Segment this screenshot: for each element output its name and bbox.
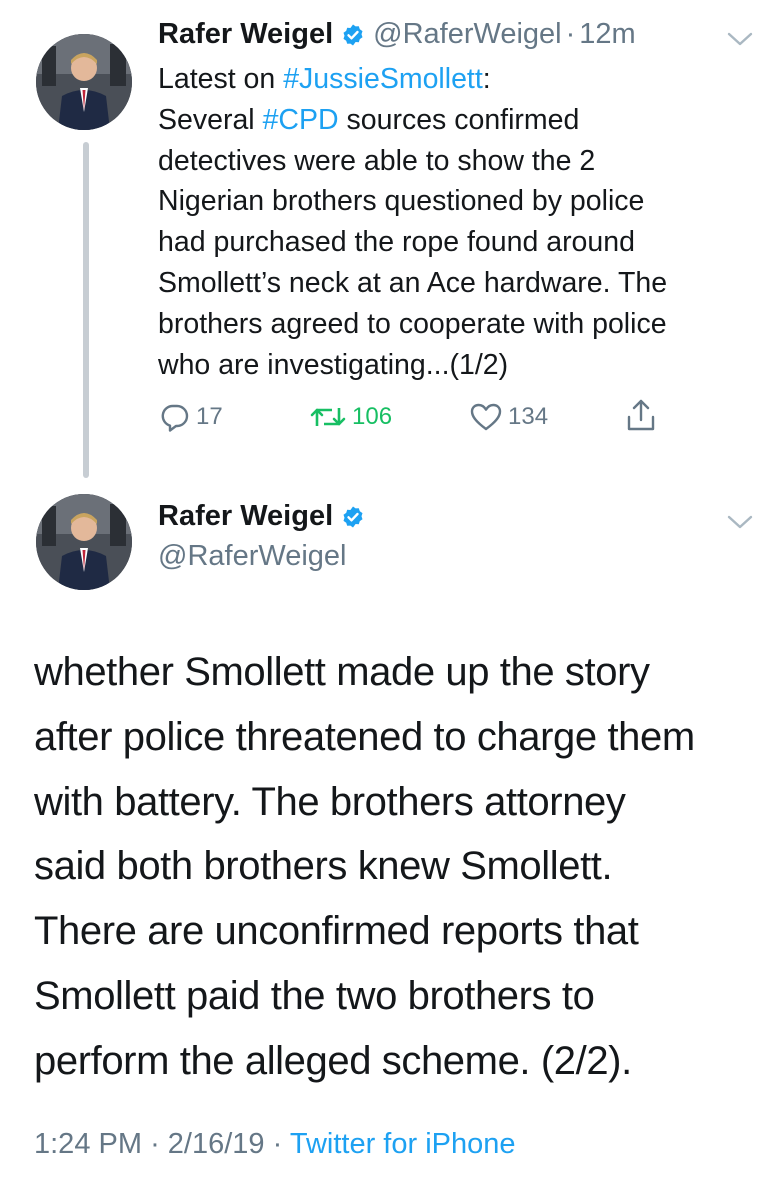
hashtag-link[interactable]: #CPD <box>263 104 339 136</box>
retweet-icon <box>310 408 346 426</box>
chevron-down-icon[interactable] <box>727 31 753 52</box>
author-name[interactable]: Rafer Weigel <box>158 500 333 533</box>
tweet-time[interactable]: 12m <box>579 18 635 51</box>
separator-dot: · <box>272 1128 283 1160</box>
tweet-text: Latest on <box>158 63 284 95</box>
reply-icon <box>161 404 189 432</box>
chevron-down-icon[interactable] <box>727 514 753 535</box>
tweet-source-link[interactable]: Twitter for iPhone <box>290 1128 516 1160</box>
separator-dot: · <box>150 1128 160 1160</box>
share-icon <box>627 399 655 431</box>
avatar-tweet1[interactable] <box>36 34 132 130</box>
retweet-button[interactable]: 106 <box>310 402 392 432</box>
verified-badge-icon <box>341 23 365 47</box>
author-name[interactable]: Rafer Weigel <box>158 18 333 51</box>
retweet-count: 106 <box>352 403 393 430</box>
avatar-photo <box>36 494 132 590</box>
tweet2-body: whether Smollett made up the story after… <box>34 650 695 1083</box>
reply-button[interactable]: 17 <box>160 402 223 432</box>
hashtag-link[interactable]: #JussieSmollett <box>283 63 483 95</box>
tweet2-header: Rafer Weigel <box>158 500 373 533</box>
share-button[interactable] <box>626 398 656 432</box>
tweet1-body: Latest on #JussieSmollett: Several #CPD … <box>158 59 758 385</box>
tweet-footer: 1:24 PM · 2/16/19 · Twitter for iPhone <box>34 1128 516 1161</box>
like-count: 134 <box>508 403 549 430</box>
thread-connector-line <box>83 142 89 478</box>
reply-count: 17 <box>196 403 223 430</box>
tweet-text: sources confirmed detectives were able t… <box>158 103 668 381</box>
timestamp-time[interactable]: 1:24 PM <box>34 1128 142 1160</box>
avatar-photo <box>36 34 132 130</box>
like-button[interactable]: 134 <box>470 402 548 432</box>
timestamp-date[interactable]: 2/16/19 <box>168 1128 265 1160</box>
author-handle[interactable]: @RaferWeigel <box>373 18 561 51</box>
tweet1-header: Rafer Weigel @RaferWeigel · 12m <box>158 18 636 51</box>
author-handle[interactable]: @RaferWeigel <box>158 540 346 573</box>
heart-icon <box>470 403 502 431</box>
separator-dot: · <box>565 18 576 50</box>
verified-badge-icon <box>341 505 365 529</box>
avatar-tweet2[interactable] <box>36 494 132 590</box>
